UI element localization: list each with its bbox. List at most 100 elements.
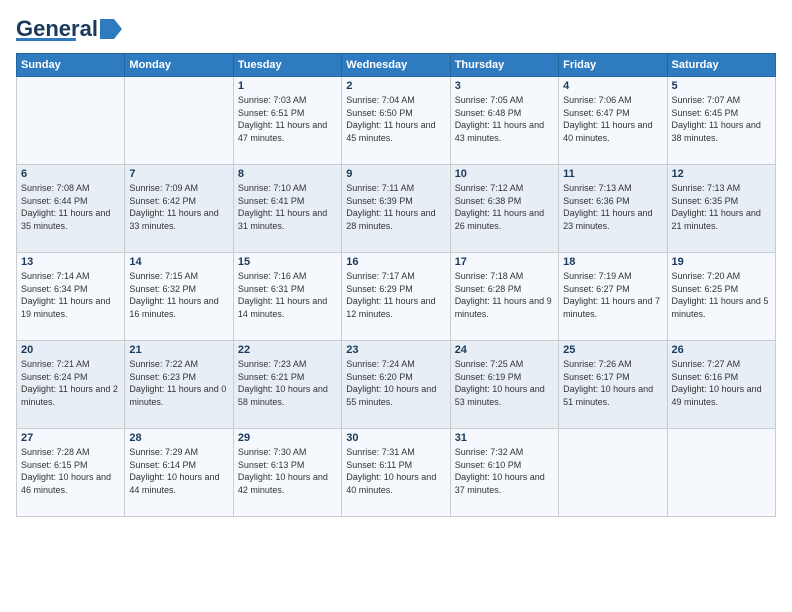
day-number: 21 [129,344,228,356]
calendar-cell: 20 Sunrise: 7:21 AM Sunset: 6:24 PM Dayli… [17,341,125,429]
calendar-cell: 29Sunrise: 7:30 AM Sunset: 6:13 PM Dayli… [233,429,341,517]
logo-icon [100,19,122,39]
day-number: 30 [346,432,445,444]
day-info: Sunrise: 7:13 AM Sunset: 6:36 PM Dayligh… [563,182,662,232]
day-info: Sunrise: 7:31 AM Sunset: 6:11 PM Dayligh… [346,446,445,496]
calendar-cell: 16Sunrise: 7:17 AM Sunset: 6:29 PM Dayli… [342,253,450,341]
day-info: Sunrise: 7:15 AM Sunset: 6:32 PM Dayligh… [129,270,228,320]
calendar-cell: 24 Sunrise: 7:25 AM Sunset: 6:19 PM Dayli… [450,341,558,429]
calendar-cell: 12Sunrise: 7:13 AM Sunset: 6:35 PM Dayli… [667,165,775,253]
calendar-cell [17,77,125,165]
calendar-cell: 22 Sunrise: 7:23 AM Sunset: 6:21 PM Dayli… [233,341,341,429]
day-number: 28 [129,432,228,444]
day-info: Sunrise: 7:12 AM Sunset: 6:38 PM Dayligh… [455,182,554,232]
day-info: Sunrise: 7:27 AM Sunset: 6:16 PM Dayligh… [672,358,771,408]
day-header-wednesday: Wednesday [342,54,450,77]
day-info: Sunrise: 7:28 AM Sunset: 6:15 PM Dayligh… [21,446,120,496]
calendar-cell: 26 Sunrise: 7:27 AM Sunset: 6:16 PM Dayli… [667,341,775,429]
week-row-5: 27 Sunrise: 7:28 AM Sunset: 6:15 PM Dayli… [17,429,776,517]
day-number: 11 [563,168,662,180]
calendar-cell: 30 Sunrise: 7:31 AM Sunset: 6:11 PM Dayli… [342,429,450,517]
day-number: 14 [129,256,228,268]
day-info: Sunrise: 7:14 AM Sunset: 6:34 PM Dayligh… [21,270,120,320]
day-number: 2 [346,80,445,92]
day-info: Sunrise: 7:17 AM Sunset: 6:29 PM Dayligh… [346,270,445,320]
calendar-cell [125,77,233,165]
day-number: 3 [455,80,554,92]
day-info: Sunrise: 7:30 AM Sunset: 6:13 PM Dayligh… [238,446,337,496]
calendar-cell [667,429,775,517]
calendar-cell: 13 Sunrise: 7:14 AM Sunset: 6:34 PM Dayli… [17,253,125,341]
calendar-cell: 27 Sunrise: 7:28 AM Sunset: 6:15 PM Dayli… [17,429,125,517]
day-header-friday: Friday [559,54,667,77]
day-number: 17 [455,256,554,268]
day-header-thursday: Thursday [450,54,558,77]
day-number: 8 [238,168,337,180]
calendar-cell [559,429,667,517]
day-header-monday: Monday [125,54,233,77]
day-header-saturday: Saturday [667,54,775,77]
day-number: 4 [563,80,662,92]
calendar-cell: 1 Sunrise: 7:03 AM Sunset: 6:51 PM Daylig… [233,77,341,165]
day-info: Sunrise: 7:29 AM Sunset: 6:14 PM Dayligh… [129,446,228,496]
day-info: Sunrise: 7:08 AM Sunset: 6:44 PM Dayligh… [21,182,120,232]
day-info: Sunrise: 7:23 AM Sunset: 6:21 PM Dayligh… [238,358,337,408]
calendar-cell: 15 Sunrise: 7:16 AM Sunset: 6:31 PM Dayli… [233,253,341,341]
day-info: Sunrise: 7:26 AM Sunset: 6:17 PM Dayligh… [563,358,662,408]
day-info: Sunrise: 7:05 AM Sunset: 6:48 PM Dayligh… [455,94,554,144]
day-info: Sunrise: 7:03 AM Sunset: 6:51 PM Dayligh… [238,94,337,144]
calendar-cell: 6 Sunrise: 7:08 AM Sunset: 6:44 PM Daylig… [17,165,125,253]
day-info: Sunrise: 7:18 AM Sunset: 6:28 PM Dayligh… [455,270,554,320]
day-number: 15 [238,256,337,268]
calendar-cell: 14 Sunrise: 7:15 AM Sunset: 6:32 PM Dayli… [125,253,233,341]
calendar-cell: 25Sunrise: 7:26 AM Sunset: 6:17 PM Dayli… [559,341,667,429]
day-info: Sunrise: 7:09 AM Sunset: 6:42 PM Dayligh… [129,182,228,232]
page-header: General [16,16,776,41]
day-info: Sunrise: 7:22 AM Sunset: 6:23 PM Dayligh… [129,358,228,408]
calendar-cell: 2 Sunrise: 7:04 AM Sunset: 6:50 PM Daylig… [342,77,450,165]
day-number: 22 [238,344,337,356]
day-number: 18 [563,256,662,268]
day-info: Sunrise: 7:19 AM Sunset: 6:27 PM Dayligh… [563,270,662,320]
day-number: 10 [455,168,554,180]
calendar-cell: 18 Sunrise: 7:19 AM Sunset: 6:27 PM Dayli… [559,253,667,341]
calendar-cell: 4Sunrise: 7:06 AM Sunset: 6:47 PM Daylig… [559,77,667,165]
day-number: 19 [672,256,771,268]
day-number: 7 [129,168,228,180]
calendar-cell: 9Sunrise: 7:11 AM Sunset: 6:39 PM Daylig… [342,165,450,253]
calendar-cell: 28 Sunrise: 7:29 AM Sunset: 6:14 PM Dayli… [125,429,233,517]
day-info: Sunrise: 7:11 AM Sunset: 6:39 PM Dayligh… [346,182,445,232]
day-info: Sunrise: 7:25 AM Sunset: 6:19 PM Dayligh… [455,358,554,408]
week-row-2: 6 Sunrise: 7:08 AM Sunset: 6:44 PM Daylig… [17,165,776,253]
day-info: Sunrise: 7:20 AM Sunset: 6:25 PM Dayligh… [672,270,771,320]
day-number: 26 [672,344,771,356]
day-info: Sunrise: 7:04 AM Sunset: 6:50 PM Dayligh… [346,94,445,144]
calendar-cell: 17 Sunrise: 7:18 AM Sunset: 6:28 PM Dayli… [450,253,558,341]
day-number: 27 [21,432,120,444]
day-info: Sunrise: 7:13 AM Sunset: 6:35 PM Dayligh… [672,182,771,232]
day-info: Sunrise: 7:24 AM Sunset: 6:20 PM Dayligh… [346,358,445,408]
day-number: 20 [21,344,120,356]
day-number: 23 [346,344,445,356]
calendar-cell: 8 Sunrise: 7:10 AM Sunset: 6:41 PM Daylig… [233,165,341,253]
calendar-cell: 7 Sunrise: 7:09 AM Sunset: 6:42 PM Daylig… [125,165,233,253]
day-number: 1 [238,80,337,92]
day-info: Sunrise: 7:16 AM Sunset: 6:31 PM Dayligh… [238,270,337,320]
calendar-table: SundayMondayTuesdayWednesdayThursdayFrid… [16,53,776,517]
day-info: Sunrise: 7:21 AM Sunset: 6:24 PM Dayligh… [21,358,120,408]
calendar-cell: 21 Sunrise: 7:22 AM Sunset: 6:23 PM Dayli… [125,341,233,429]
calendar-cell: 31Sunrise: 7:32 AM Sunset: 6:10 PM Dayli… [450,429,558,517]
calendar-cell: 11 Sunrise: 7:13 AM Sunset: 6:36 PM Dayli… [559,165,667,253]
day-number: 5 [672,80,771,92]
week-row-1: 1 Sunrise: 7:03 AM Sunset: 6:51 PM Daylig… [17,77,776,165]
calendar-cell: 3 Sunrise: 7:05 AM Sunset: 6:48 PM Daylig… [450,77,558,165]
day-number: 6 [21,168,120,180]
day-number: 31 [455,432,554,444]
day-info: Sunrise: 7:07 AM Sunset: 6:45 PM Dayligh… [672,94,771,144]
calendar-cell: 5 Sunrise: 7:07 AM Sunset: 6:45 PM Daylig… [667,77,775,165]
calendar-cell: 19 Sunrise: 7:20 AM Sunset: 6:25 PM Dayli… [667,253,775,341]
day-info: Sunrise: 7:10 AM Sunset: 6:41 PM Dayligh… [238,182,337,232]
day-number: 13 [21,256,120,268]
day-header-tuesday: Tuesday [233,54,341,77]
day-number: 24 [455,344,554,356]
